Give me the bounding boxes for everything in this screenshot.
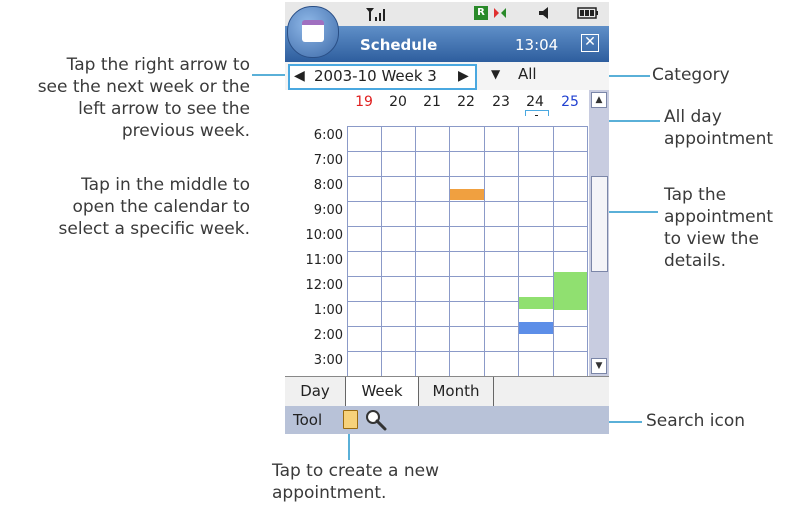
grid-line bbox=[415, 126, 416, 376]
callout-line: to view the bbox=[664, 229, 759, 249]
callout-line: left arrow to see the bbox=[78, 99, 250, 119]
callout-line: appointment bbox=[664, 207, 774, 227]
battery-icon bbox=[577, 7, 598, 19]
week-nav-callout: Tap the right arrow to see the next week… bbox=[0, 54, 250, 142]
hour-label: 2:00 bbox=[313, 328, 343, 343]
grid-line bbox=[347, 251, 587, 252]
callout-line: Tap to create a new bbox=[272, 461, 439, 481]
day-label[interactable]: 24 bbox=[518, 94, 552, 110]
message-icon bbox=[494, 8, 506, 18]
day-label[interactable]: 21 bbox=[415, 94, 449, 110]
callout-line: All day bbox=[664, 107, 722, 127]
tab-month[interactable]: Month bbox=[419, 377, 494, 406]
tab-week[interactable]: Week bbox=[346, 377, 419, 406]
grid-line bbox=[347, 126, 348, 376]
phone-screen: R Schedule 13:04 ✕ ◀ 2003-10 Week 3 ▶ ▼ … bbox=[285, 2, 609, 434]
day-label[interactable]: 22 bbox=[449, 94, 483, 110]
callout-line: see the next week or the bbox=[37, 77, 250, 97]
app-title: Schedule bbox=[360, 36, 438, 54]
grid-line bbox=[484, 126, 485, 376]
hour-label: 3:00 bbox=[313, 353, 343, 368]
schedule-app-icon bbox=[287, 6, 339, 58]
callout-line: previous week. bbox=[121, 121, 250, 141]
day-label[interactable]: 20 bbox=[381, 94, 415, 110]
calendar-callout: Tap in the middle to open the calendar t… bbox=[0, 174, 250, 240]
signal-icon bbox=[366, 8, 385, 21]
scroll-up-icon[interactable]: ▲ bbox=[591, 92, 607, 108]
search-icon[interactable] bbox=[365, 409, 387, 431]
callout-line: Tap in the middle to bbox=[81, 175, 250, 195]
grid-line bbox=[347, 226, 587, 227]
callout-line: select a specific week. bbox=[58, 219, 250, 239]
tab-day[interactable]: Day bbox=[285, 377, 346, 406]
grid-line bbox=[518, 126, 519, 376]
toolbar: Tool bbox=[285, 406, 609, 434]
next-week-arrow-icon[interactable]: ▶ bbox=[458, 68, 469, 84]
grid-line bbox=[553, 126, 554, 376]
week-nav-leader-line bbox=[252, 74, 288, 76]
appointment-block[interactable] bbox=[519, 297, 553, 309]
new-appointment-leader-line bbox=[348, 430, 350, 460]
all-day-callout: All day appointment bbox=[664, 106, 773, 150]
category-callout: Category bbox=[652, 65, 730, 85]
hour-label: 11:00 bbox=[305, 253, 343, 268]
hour-label: 1:00 bbox=[313, 303, 343, 318]
hour-label: 7:00 bbox=[313, 153, 343, 168]
day-header: 19 20 21 22 23 24 25 bbox=[285, 90, 609, 124]
roaming-icon: R bbox=[474, 6, 488, 20]
hour-label: 8:00 bbox=[313, 178, 343, 193]
callout-line: Tap the bbox=[664, 185, 727, 205]
category-dropdown-arrow-icon[interactable]: ▼ bbox=[491, 67, 500, 81]
category-select[interactable]: All bbox=[518, 65, 537, 83]
appointment-block[interactable] bbox=[450, 189, 484, 200]
vertical-scrollbar[interactable]: ▲ ▼ bbox=[589, 90, 609, 376]
grid-line bbox=[381, 126, 382, 376]
hour-label: 10:00 bbox=[305, 228, 343, 243]
callout-line: open the calendar to bbox=[72, 197, 250, 217]
clock: 13:04 bbox=[515, 36, 559, 54]
grid-line bbox=[347, 201, 587, 202]
appointment-block[interactable] bbox=[554, 272, 587, 310]
tool-menu[interactable]: Tool bbox=[293, 411, 322, 429]
prev-week-arrow-icon[interactable]: ◀ bbox=[294, 68, 305, 84]
callout-line: appointment bbox=[664, 129, 774, 149]
grid-line bbox=[347, 126, 587, 127]
hour-label: 9:00 bbox=[313, 203, 343, 218]
grid-line bbox=[347, 276, 587, 277]
new-appointment-callout: Tap to create a new appointment. bbox=[272, 460, 439, 504]
day-label[interactable]: 23 bbox=[484, 94, 518, 110]
callout-line: details. bbox=[664, 251, 727, 271]
new-appointment-icon[interactable] bbox=[343, 410, 358, 429]
grid-line bbox=[587, 126, 588, 376]
week-picker[interactable]: ◀ 2003-10 Week 3 ▶ bbox=[288, 64, 477, 90]
callout-line: appointment. bbox=[272, 483, 387, 503]
scroll-down-icon[interactable]: ▼ bbox=[591, 358, 607, 374]
day-label[interactable]: 19 bbox=[347, 94, 381, 110]
grid-line bbox=[347, 151, 587, 152]
hour-label: 12:00 bbox=[305, 278, 343, 293]
week-grid[interactable]: 6:00 7:00 8:00 9:00 10:00 11:00 12:00 1:… bbox=[285, 116, 589, 376]
view-tabs: Day Week Month bbox=[285, 376, 609, 407]
appointment-block[interactable] bbox=[519, 322, 553, 334]
week-nav-bar: ◀ 2003-10 Week 3 ▶ ▼ All bbox=[285, 62, 609, 90]
scroll-thumb[interactable] bbox=[591, 176, 608, 272]
callout-line: Tap the right arrow to bbox=[66, 55, 250, 75]
grid-line bbox=[449, 126, 450, 376]
speaker-icon bbox=[539, 7, 548, 19]
week-label[interactable]: 2003-10 Week 3 bbox=[314, 67, 437, 85]
day-label[interactable]: 25 bbox=[553, 94, 587, 110]
appointment-callout: Tap the appointment to view the details. bbox=[664, 184, 773, 272]
grid-line bbox=[347, 351, 587, 352]
grid-line bbox=[347, 176, 587, 177]
close-icon[interactable]: ✕ bbox=[581, 34, 599, 52]
search-callout: Search icon bbox=[646, 411, 746, 431]
hour-label: 6:00 bbox=[313, 128, 343, 143]
